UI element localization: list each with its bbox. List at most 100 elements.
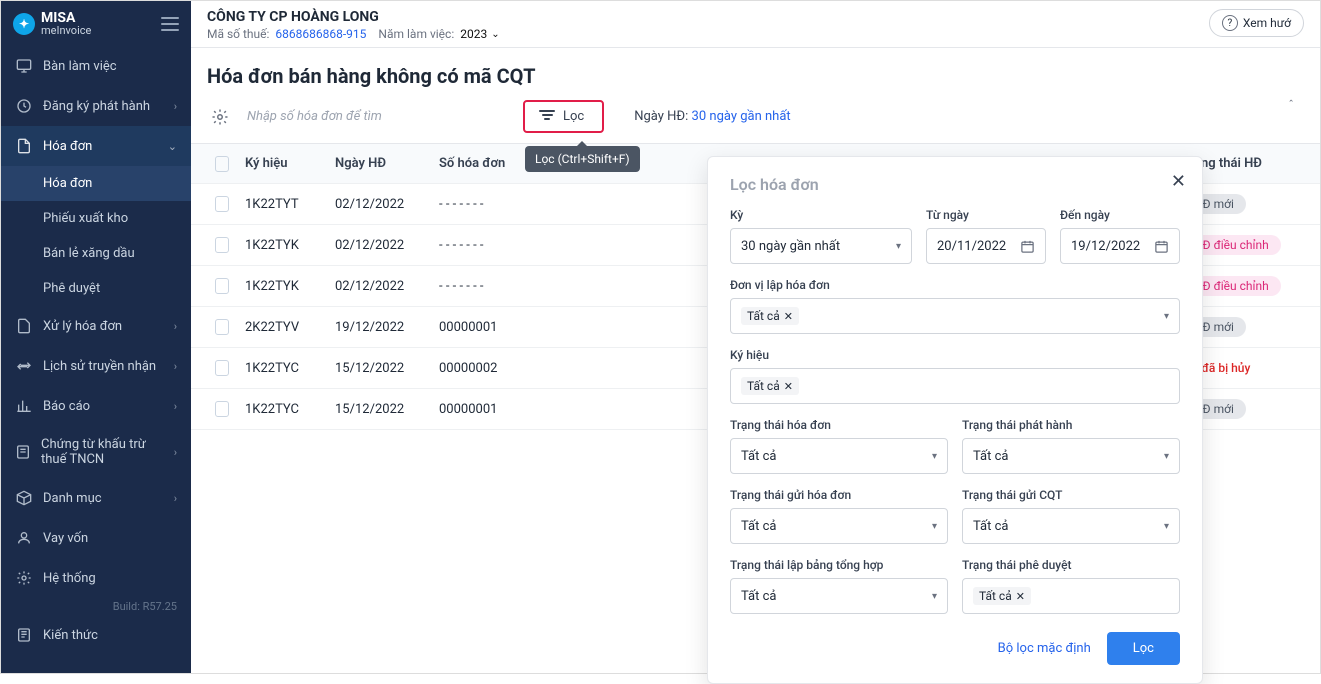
year-select[interactable]: 2023 ⌄	[460, 27, 499, 41]
chevron-down-icon: ▾	[932, 451, 937, 462]
hand-coin-icon	[15, 529, 33, 547]
summary-status-select[interactable]: Tất cả▾	[730, 578, 948, 614]
sidebar-item-label: Báo cáo	[43, 399, 90, 414]
box-icon	[15, 489, 33, 507]
header: CÔNG TY CP HOÀNG LONG Mã số thuế: 686868…	[191, 1, 1320, 48]
sidebar-item-knowledge[interactable]: Kiến thức	[1, 615, 191, 655]
sidebar-item-label: Đăng ký phát hành	[43, 99, 150, 114]
row-checkbox[interactable]	[215, 319, 229, 335]
approve-chip[interactable]: Tất cả✕	[973, 587, 1031, 605]
gear-icon	[211, 108, 229, 126]
settings-button[interactable]	[207, 104, 233, 130]
to-label: Đến ngày	[1060, 208, 1180, 222]
sidebar-item-history[interactable]: Lịch sử truyền nhận ›	[1, 346, 191, 386]
logo-main: MISA	[41, 11, 91, 25]
wrench-icon	[15, 317, 33, 335]
col-ngay-hd[interactable]: Ngày HĐ	[327, 146, 431, 181]
build-version: Build: R57.25	[1, 598, 191, 615]
cell-ngay: 02/12/2022	[327, 269, 431, 304]
row-checkbox[interactable]	[215, 401, 229, 417]
toolbar: ˆ Lọc Lọc (Ctrl+Shift+F) Ngày HĐ: 30 ngà…	[191, 100, 1320, 143]
row-checkbox[interactable]	[215, 278, 229, 294]
col-ky-hieu[interactable]: Ký hiệu	[237, 146, 327, 181]
chip-remove-icon[interactable]: ✕	[784, 310, 793, 323]
filter-tooltip: Lọc (Ctrl+Shift+F)	[525, 146, 640, 172]
cell-ky-hieu: 2K22TYV	[237, 310, 327, 345]
symbol-chip[interactable]: Tất cả✕	[741, 377, 799, 395]
tax-id-link[interactable]: 6868686868-915	[275, 27, 366, 41]
sidebar-item-loan[interactable]: Vay vốn	[1, 518, 191, 558]
receipt-icon	[15, 443, 31, 461]
row-checkbox[interactable]	[215, 196, 229, 212]
logo-sub: meInvoice	[41, 25, 91, 36]
cell-ngay: 02/12/2022	[327, 228, 431, 263]
send-status-select[interactable]: Tất cả▾	[730, 508, 948, 544]
cqt-status-select[interactable]: Tất cả▾	[962, 508, 1180, 544]
chevron-down-icon: ⌄	[491, 29, 499, 40]
cell-so: - - - - - - -	[431, 187, 521, 222]
date-range-link[interactable]: 30 ngày gần nhất	[692, 109, 791, 124]
menu-toggle-icon[interactable]	[161, 17, 179, 31]
help-button[interactable]: ? Xem hướ	[1209, 9, 1304, 37]
apply-filter-button[interactable]: Lọc	[1107, 632, 1180, 665]
sidebar-item-tax-deduction[interactable]: Chứng từ khấu trừ thuế TNCN ›	[1, 426, 191, 478]
gear-icon	[15, 569, 33, 587]
summary-status-label: Trạng thái lập bảng tổng hợp	[730, 558, 948, 572]
cqt-status-label: Trạng thái gửi CQT	[962, 488, 1180, 502]
sidebar-item-system[interactable]: Hệ thống	[1, 558, 191, 598]
sidebar-item-invoice[interactable]: Hóa đơn ⌄	[1, 126, 191, 166]
unit-chip[interactable]: Tất cả✕	[741, 307, 799, 325]
year-label: Năm làm việc:	[378, 27, 454, 41]
search-input[interactable]	[243, 101, 513, 132]
select-all-checkbox[interactable]	[215, 156, 229, 172]
approve-status-select[interactable]: Tất cả✕	[962, 578, 1180, 614]
company-name: CÔNG TY CP HOÀNG LONG	[207, 9, 500, 25]
unit-select[interactable]: Tất cả✕ ▾	[730, 298, 1180, 334]
filter-icon	[539, 110, 555, 124]
cell-so: 00000002	[431, 351, 521, 386]
period-select[interactable]: 30 ngày gần nhất▾	[730, 228, 912, 264]
sidebar-item-category[interactable]: Danh mục ›	[1, 478, 191, 518]
calendar-icon	[1154, 239, 1169, 254]
chevron-down-icon: ▾	[896, 241, 901, 252]
chart-icon	[15, 397, 33, 415]
sidebar-item-desktop[interactable]: Bàn làm việc	[1, 46, 191, 86]
default-filter-link[interactable]: Bộ lọc mặc định	[998, 641, 1091, 656]
close-icon[interactable]: ✕	[1171, 171, 1186, 192]
sidebar-sub-invoice[interactable]: Hóa đơn	[1, 166, 191, 201]
main-content: CÔNG TY CP HOÀNG LONG Mã số thuế: 686868…	[191, 1, 1320, 673]
sidebar: ✦ MISA meInvoice Bàn làm việc Đăng ký ph…	[1, 1, 191, 673]
from-date-input[interactable]: 20/11/2022	[926, 228, 1046, 264]
issue-status-select[interactable]: Tất cả▾	[962, 438, 1180, 474]
cell-ngay: 19/12/2022	[327, 310, 431, 345]
col-so-hd[interactable]: Số hóa đơn	[431, 146, 521, 181]
chevron-down-icon: ▾	[1164, 451, 1169, 462]
monitor-icon	[15, 57, 33, 75]
sidebar-sub-export[interactable]: Phiếu xuất kho	[1, 201, 191, 236]
row-checkbox[interactable]	[215, 360, 229, 376]
approve-status-label: Trạng thái phê duyệt	[962, 558, 1180, 572]
cell-ky-hieu: 1K22TYT	[237, 187, 327, 222]
issue-status-label: Trạng thái phát hành	[962, 418, 1180, 432]
chevron-down-icon: ▾	[1164, 521, 1169, 532]
chip-remove-icon[interactable]: ✕	[1016, 590, 1025, 603]
cell-ky-hieu: 1K22TYK	[237, 269, 327, 304]
invoice-status-select[interactable]: Tất cả▾	[730, 438, 948, 474]
row-checkbox[interactable]	[215, 237, 229, 253]
chevron-right-icon: ›	[174, 400, 177, 413]
sidebar-item-label: Chứng từ khấu trừ thuế TNCN	[41, 437, 164, 467]
symbol-select[interactable]: Tất cả✕	[730, 368, 1180, 404]
page-title: Hóa đơn bán hàng không có mã CQT	[191, 48, 1320, 100]
sidebar-item-report[interactable]: Báo cáo ›	[1, 386, 191, 426]
chip-remove-icon[interactable]: ✕	[784, 380, 793, 393]
sidebar-item-process[interactable]: Xử lý hóa đơn ›	[1, 306, 191, 346]
logo[interactable]: ✦ MISA meInvoice	[13, 11, 91, 36]
sidebar-sub-gasoline[interactable]: Bán lẻ xăng dầu	[1, 236, 191, 271]
tax-label: Mã số thuế:	[207, 27, 269, 41]
sidebar-item-register[interactable]: Đăng ký phát hành ›	[1, 86, 191, 126]
filter-button[interactable]: Lọc Lọc (Ctrl+Shift+F)	[523, 100, 604, 133]
collapse-icon[interactable]: ˆ	[1282, 92, 1300, 118]
chevron-down-icon: ⌄	[168, 140, 177, 153]
sidebar-sub-approve[interactable]: Phê duyệt	[1, 271, 191, 306]
to-date-input[interactable]: 19/12/2022	[1060, 228, 1180, 264]
